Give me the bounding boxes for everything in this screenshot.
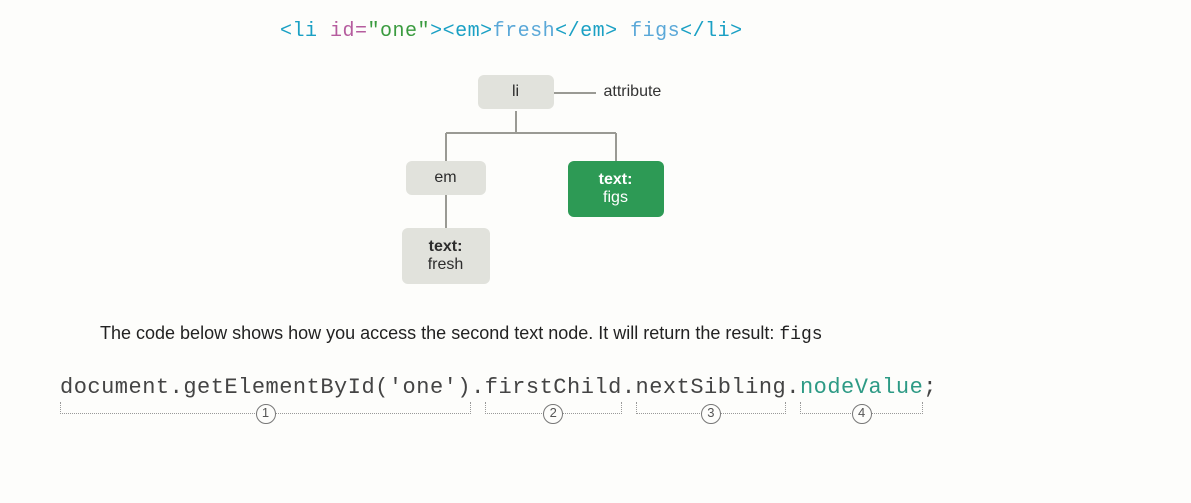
html-snippet: <li id="one"><em>fresh</em> figs</li> <box>280 20 1131 43</box>
bracket-row: 1 2 3 4 <box>60 402 1131 432</box>
bracket-2: 2 <box>485 402 622 414</box>
js-expression: document.getElementById('one').firstChil… <box>60 375 1131 400</box>
tag-em-open: ><em> <box>430 20 493 43</box>
tag-close: </li> <box>680 20 743 43</box>
bracket-4: 4 <box>800 402 923 414</box>
js-seg1: document.getElementById('one') <box>60 375 471 400</box>
js-expression-block: document.getElementById('one').firstChil… <box>60 375 1131 432</box>
js-semi: ; <box>923 375 937 400</box>
explain-prefix: The code below shows how you access the … <box>100 323 779 343</box>
space <box>318 20 331 43</box>
node-text-fresh-line2: fresh <box>414 256 478 274</box>
node-text-fresh: text: fresh <box>402 228 490 284</box>
bracket-3-num: 3 <box>701 404 721 424</box>
dom-diagram: li attribute em text: figs text: fresh <box>336 73 856 293</box>
js-seg2: firstChild <box>485 375 622 400</box>
js-seg3: nextSibling <box>636 375 787 400</box>
node-em: em <box>406 161 486 195</box>
node-li: li <box>478 75 554 109</box>
label-attribute: attribute <box>604 83 662 101</box>
text-figs: figs <box>630 20 680 43</box>
tag-open: <li <box>280 20 318 43</box>
bracket-1-num: 1 <box>256 404 276 424</box>
js-dot1: . <box>471 375 485 400</box>
bracket-1: 1 <box>60 402 471 414</box>
node-text-figs-line1: text: <box>580 171 652 189</box>
text-fresh: fresh <box>493 20 556 43</box>
explain-result: figs <box>779 325 822 345</box>
js-dot3: . <box>786 375 800 400</box>
node-text-figs-line2: figs <box>580 189 652 207</box>
node-text-fresh-line1: text: <box>429 238 463 255</box>
js-dot2: . <box>622 375 636 400</box>
tag-em-close: </em> <box>555 20 618 43</box>
bracket-4-num: 4 <box>852 404 872 424</box>
bracket-3: 3 <box>636 402 787 414</box>
attr-value: "one" <box>368 20 431 43</box>
space2 <box>618 20 631 43</box>
js-seg4: nodeValue <box>800 375 923 400</box>
attr-name: id= <box>330 20 368 43</box>
node-em-label: em <box>434 169 456 186</box>
node-text-figs: text: figs <box>568 161 664 217</box>
bracket-2-num: 2 <box>543 404 563 424</box>
node-li-label: li <box>512 83 519 100</box>
explain-text: The code below shows how you access the … <box>100 323 1091 345</box>
